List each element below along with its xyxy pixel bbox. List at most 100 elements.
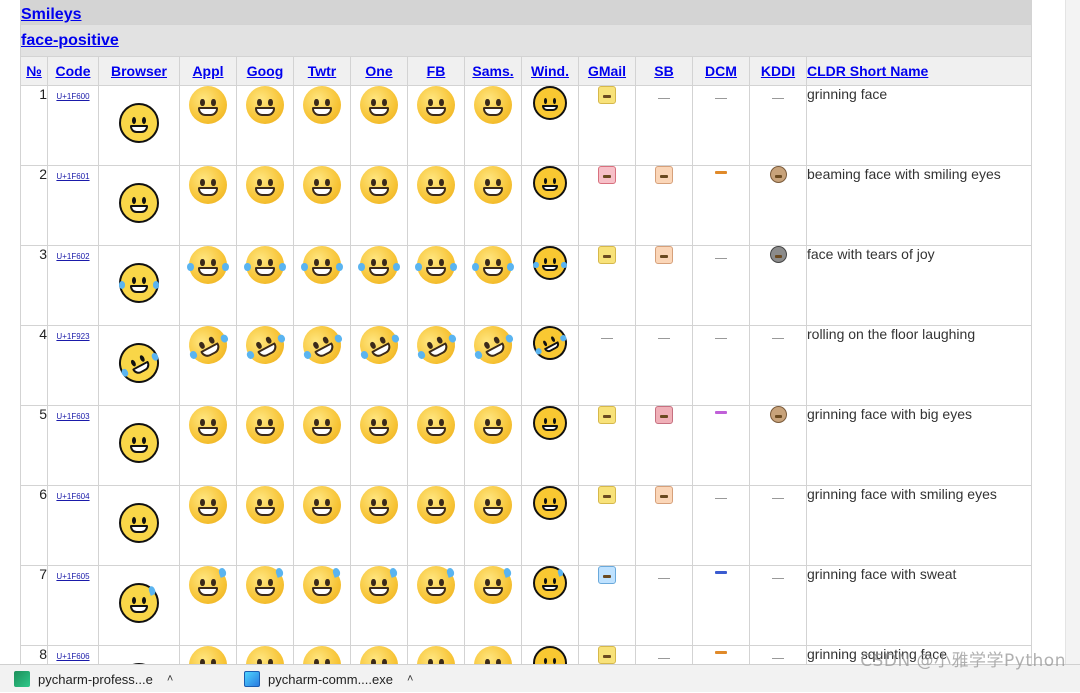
column-header-cldr-short-name[interactable]: CLDR Short Name [805, 56, 1033, 86]
column-header-sams[interactable]: Sams. [464, 56, 522, 86]
missing-dash [772, 338, 784, 339]
sb-emoji-cell [635, 165, 693, 246]
column-header-browser[interactable]: Browser [98, 56, 180, 86]
dcm-emoji-icon [712, 167, 730, 179]
gmail-emoji-icon [598, 486, 616, 504]
code-link[interactable]: U+1F604 [56, 492, 89, 501]
chevron-up-icon[interactable]: ˄ [167, 673, 173, 685]
code-link[interactable]: U+1F601 [56, 172, 89, 181]
emoji-v-icon [414, 246, 458, 284]
column-header-wind[interactable]: Wind. [521, 56, 579, 86]
vertical-scrollbar[interactable] [1065, 0, 1080, 664]
taskbar-item-pycharm-professional[interactable]: pycharm-profess...e ˄ [14, 665, 173, 693]
column-header-num[interactable]: № [20, 56, 48, 86]
emoji-v-icon [189, 166, 227, 204]
code-link[interactable]: U+1F600 [56, 92, 89, 101]
kddi-emoji-cell [749, 165, 807, 246]
sb-emoji-cell [635, 565, 693, 646]
browser-emoji-cell [98, 85, 180, 166]
one-emoji-cell [350, 645, 408, 664]
emoji-v-icon [303, 166, 341, 204]
dcm-emoji-cell [692, 325, 750, 406]
wind-emoji-cell [521, 245, 579, 326]
emoji-v-icon [410, 319, 462, 371]
missing-dash [772, 578, 784, 579]
code-cell: U+1F605 [47, 565, 99, 646]
gmail-emoji-cell [578, 245, 636, 326]
missing-dash [715, 338, 727, 339]
column-header-goog[interactable]: Goog [236, 56, 294, 86]
fb-emoji-cell [407, 565, 465, 646]
emoji-b-icon [119, 423, 159, 463]
table-row: 6 U+1F604 grinning face with smiling eyes [20, 485, 1033, 566]
emoji-b-icon [118, 263, 160, 303]
emoji-v-icon [303, 86, 341, 124]
cldr-short-name: grinning face with big eyes [805, 405, 1033, 486]
emoji-v-icon [360, 566, 398, 604]
twtr-emoji-cell [293, 85, 351, 166]
sams-emoji-cell [464, 245, 522, 326]
sb-emoji-icon [655, 486, 673, 504]
column-header-twtr[interactable]: Twtr [293, 56, 351, 86]
sams-emoji-cell [464, 165, 522, 246]
sams-emoji-cell [464, 85, 522, 166]
column-header-appl[interactable]: Appl [179, 56, 237, 86]
appl-emoji-cell [179, 319, 237, 406]
installer-icon [244, 671, 260, 687]
column-header-one[interactable]: One [350, 56, 408, 86]
subsection-heading-link[interactable]: face-positive [21, 32, 119, 49]
one-emoji-cell [350, 405, 408, 486]
sams-emoji-cell [464, 405, 522, 486]
dcm-emoji-cell [692, 485, 750, 566]
row-number: 3 [20, 245, 48, 326]
kddi-emoji-cell [749, 325, 807, 406]
emoji-v-icon [243, 246, 287, 284]
emoji-b-icon [119, 583, 159, 623]
missing-dash [715, 98, 727, 99]
fb-emoji-cell [407, 245, 465, 326]
pycharm-icon [14, 671, 30, 687]
column-header-fb[interactable]: FB [407, 56, 465, 86]
emoji-w-icon [533, 406, 567, 440]
emoji-v-icon [246, 566, 284, 604]
gmail-emoji-cell [578, 325, 636, 406]
wind-emoji-cell [521, 320, 579, 406]
column-header-kddi[interactable]: KDDI [749, 56, 807, 86]
sams-emoji-cell [464, 565, 522, 646]
taskbar-item-pycharm-community[interactable]: pycharm-comm....exe ˄ [244, 665, 413, 693]
fb-emoji-cell [407, 85, 465, 166]
browser-emoji-cell [98, 165, 180, 246]
watermark: CSDN @小雅学学Python [860, 651, 1066, 671]
emoji-v-icon [467, 319, 519, 371]
twtr-emoji-cell [293, 645, 351, 664]
one-emoji-cell [350, 245, 408, 326]
fb-emoji-cell [407, 485, 465, 566]
section-heading-link[interactable]: Smileys [21, 6, 81, 23]
emoji-v-icon [303, 406, 341, 444]
appl-emoji-cell [179, 165, 237, 246]
browser-emoji-cell [98, 645, 180, 664]
wind-emoji-cell [521, 85, 579, 166]
emoji-v-icon [189, 486, 227, 524]
chevron-up-icon[interactable]: ˄ [407, 673, 413, 685]
code-link[interactable]: U+1F606 [56, 652, 89, 661]
missing-dash [772, 98, 784, 99]
emoji-v-icon [353, 319, 405, 371]
gmail-emoji-icon [598, 566, 616, 584]
column-header-sb[interactable]: SB [635, 56, 693, 86]
browser-emoji-cell [98, 565, 180, 646]
sb-emoji-cell [635, 405, 693, 486]
browser-emoji-cell [98, 485, 180, 566]
emoji-w-icon [533, 86, 567, 120]
code-link[interactable]: U+1F602 [56, 252, 89, 261]
emoji-v-icon [474, 646, 512, 664]
code-link[interactable]: U+1F603 [56, 412, 89, 421]
code-link[interactable]: U+1F605 [56, 572, 89, 581]
dcm-emoji-icon [712, 647, 730, 659]
emoji-v-icon [417, 486, 455, 524]
column-header-dcm[interactable]: DCM [692, 56, 750, 86]
wind-emoji-cell [521, 565, 579, 646]
code-link[interactable]: U+1F923 [56, 332, 89, 341]
column-header-gmail[interactable]: GMail [578, 56, 636, 86]
column-header-code[interactable]: Code [47, 56, 99, 86]
